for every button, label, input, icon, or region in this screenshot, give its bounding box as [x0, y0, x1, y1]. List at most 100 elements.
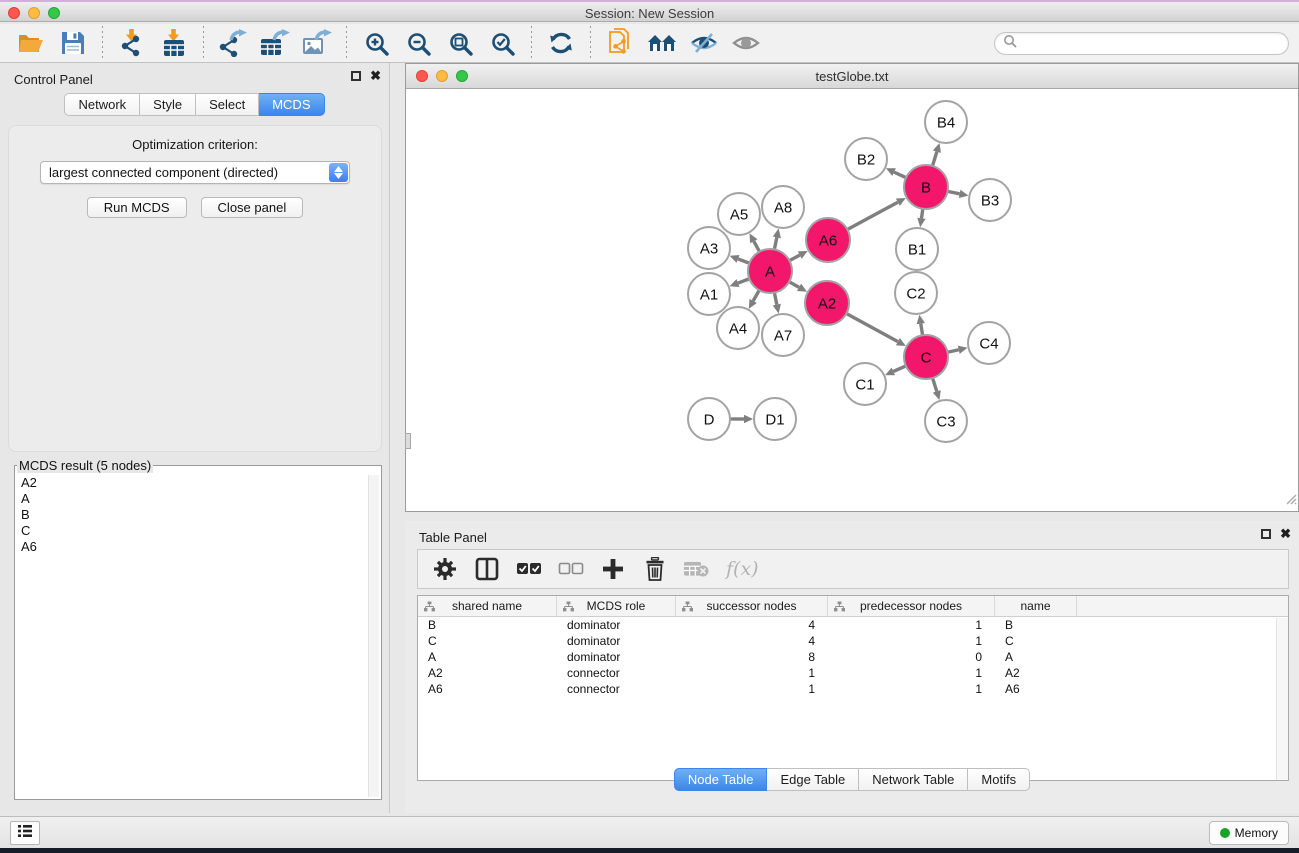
tab-select[interactable]: Select: [196, 93, 259, 116]
graph-node-A4[interactable]: A4: [717, 307, 759, 349]
run-mcds-button[interactable]: Run MCDS: [87, 197, 187, 218]
mcds-result-item[interactable]: A2: [17, 475, 367, 491]
table-row[interactable]: Adominator80A: [418, 649, 1288, 665]
criterion-dropdown[interactable]: largest connected component (directed): [40, 161, 350, 184]
search-box[interactable]: [994, 32, 1289, 55]
zoom-in-icon[interactable]: [359, 27, 393, 59]
import-table-icon[interactable]: [157, 27, 191, 59]
edge-A-A3[interactable]: [738, 259, 749, 263]
edge-C-C2[interactable]: [921, 324, 923, 336]
table-cell[interactable]: A6: [995, 681, 1077, 697]
first-neighbors-icon[interactable]: [645, 27, 679, 59]
edge-A-A4[interactable]: [753, 290, 759, 301]
edge-C-C1[interactable]: [893, 366, 906, 372]
table-cell[interactable]: connector: [557, 665, 676, 681]
table-cell[interactable]: 1: [828, 665, 995, 681]
window-edge-grip[interactable]: [405, 433, 411, 449]
table-tab-edge-table[interactable]: Edge Table: [767, 768, 859, 791]
mcds-result-item[interactable]: B: [17, 507, 367, 523]
edge-C-C3[interactable]: [933, 378, 937, 391]
zoom-out-icon[interactable]: [401, 27, 435, 59]
zoom-selected-icon[interactable]: [485, 27, 519, 59]
graph-node-C2[interactable]: C2: [895, 272, 937, 314]
export-table-icon[interactable]: [258, 27, 292, 59]
graph-node-B2[interactable]: B2: [845, 138, 887, 180]
toggle-columns-icon[interactable]: [474, 556, 500, 582]
deselect-all-icon[interactable]: [558, 556, 584, 582]
edge-A-A5[interactable]: [754, 241, 760, 251]
graph-node-C1[interactable]: C1: [844, 363, 886, 405]
edge-A-A7[interactable]: [774, 293, 776, 305]
column-header-name[interactable]: name: [995, 596, 1077, 616]
column-header-successor-nodes[interactable]: successor nodes: [676, 596, 828, 616]
graph-node-C[interactable]: C: [904, 335, 948, 379]
edge-A-A2[interactable]: [789, 282, 799, 288]
graph-node-A5[interactable]: A5: [718, 193, 760, 235]
table-cell[interactable]: 4: [676, 617, 828, 633]
graph-node-B1[interactable]: B1: [896, 228, 938, 270]
table-cell[interactable]: connector: [557, 681, 676, 697]
settings-icon[interactable]: [432, 556, 458, 582]
table-cell[interactable]: 0: [828, 649, 995, 665]
table-cell[interactable]: A2: [418, 665, 557, 681]
table-cell[interactable]: A2: [995, 665, 1077, 681]
show-panels-button[interactable]: [10, 821, 40, 845]
column-header-MCDS-role[interactable]: MCDS role: [557, 596, 676, 616]
graph-node-A1[interactable]: A1: [688, 273, 730, 315]
close-panel-icon[interactable]: ✖: [370, 71, 381, 81]
table-row[interactable]: Bdominator41B: [418, 617, 1288, 633]
tab-mcds[interactable]: MCDS: [259, 93, 324, 116]
table-row[interactable]: A2connector11A2: [418, 665, 1288, 681]
table-tab-motifs[interactable]: Motifs: [968, 768, 1030, 791]
edge-B-B3[interactable]: [948, 191, 960, 193]
refresh-layout-icon[interactable]: [544, 27, 578, 59]
graph-node-A[interactable]: A: [748, 249, 792, 293]
graph-node-A3[interactable]: A3: [688, 227, 730, 269]
edge-A-A6[interactable]: [789, 255, 799, 261]
edge-C-C4[interactable]: [947, 350, 958, 353]
add-row-icon[interactable]: [600, 556, 626, 582]
graph-node-D[interactable]: D: [688, 398, 730, 440]
table-row[interactable]: A6connector11A6: [418, 681, 1288, 697]
export-network-icon[interactable]: [216, 27, 250, 59]
graph-node-A6[interactable]: A6: [806, 218, 850, 262]
table-cell[interactable]: C: [995, 633, 1077, 649]
graph-node-D1[interactable]: D1: [754, 398, 796, 440]
table-cell[interactable]: 1: [828, 681, 995, 697]
result-scrollbar[interactable]: [368, 475, 379, 797]
edge-A-A8[interactable]: [774, 237, 776, 249]
select-all-icon[interactable]: [516, 556, 542, 582]
edge-B-B2[interactable]: [894, 172, 906, 178]
resize-grip-icon[interactable]: [1284, 492, 1297, 510]
edge-B-B4[interactable]: [932, 152, 936, 166]
graph-node-B4[interactable]: B4: [925, 101, 967, 143]
graph-node-B[interactable]: B: [904, 165, 948, 209]
table-cell[interactable]: 1: [828, 617, 995, 633]
close-panel-button[interactable]: Close panel: [201, 197, 304, 218]
graph-node-A8[interactable]: A8: [762, 186, 804, 228]
table-cell[interactable]: A6: [418, 681, 557, 697]
table-tab-network-table[interactable]: Network Table: [859, 768, 968, 791]
table-tab-node-table[interactable]: Node Table: [674, 768, 768, 791]
mcds-result-item[interactable]: C: [17, 523, 367, 539]
table-cell[interactable]: A: [995, 649, 1077, 665]
table-cell[interactable]: 8: [676, 649, 828, 665]
edge-A6-B[interactable]: [847, 202, 898, 229]
table-cell[interactable]: dominator: [557, 649, 676, 665]
column-header-predecessor-nodes[interactable]: predecessor nodes: [828, 596, 995, 616]
table-cell[interactable]: 1: [676, 681, 828, 697]
graph-node-A2[interactable]: A2: [805, 281, 849, 325]
table-cell[interactable]: 1: [828, 633, 995, 649]
graph-node-A7[interactable]: A7: [762, 314, 804, 356]
table-scrollbar[interactable]: [1276, 618, 1288, 780]
table-cell[interactable]: 4: [676, 633, 828, 649]
float-panel-icon[interactable]: [351, 71, 361, 81]
network-canvas[interactable]: B4B2BB3A8A5A6A3B1AA1C2A2A4A7C4CC1C3DD1: [406, 90, 1298, 511]
show-all-icon[interactable]: [729, 27, 763, 59]
edge-A2-C[interactable]: [846, 314, 898, 342]
column-header-shared-name[interactable]: shared name: [418, 596, 557, 616]
table-cell[interactable]: B: [418, 617, 557, 633]
graph-node-C3[interactable]: C3: [925, 400, 967, 442]
tab-style[interactable]: Style: [140, 93, 196, 116]
mcds-result-item[interactable]: A: [17, 491, 367, 507]
